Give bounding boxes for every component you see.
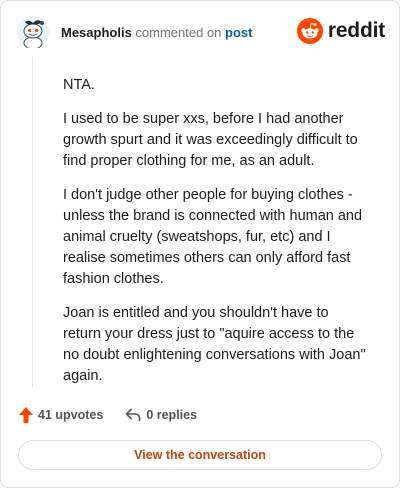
- comment-body: NTA. I used to be super xxs, before I ha…: [63, 75, 369, 400]
- reply-arrow-icon: [126, 408, 141, 422]
- reddit-brand[interactable]: reddit: [296, 17, 385, 45]
- thread-line: [32, 57, 33, 387]
- author-name[interactable]: Mesapholis: [61, 25, 132, 40]
- comment-paragraph: I used to be super xxs, before I had ano…: [63, 111, 358, 169]
- comment-embed-card: Mesapholis commented on post reddit NTA.…: [0, 0, 400, 488]
- post-link[interactable]: post: [225, 25, 252, 40]
- snoo-avatar-icon: [17, 16, 49, 50]
- comment-stats: 41 upvotes 0 replies: [19, 405, 197, 425]
- user-avatar[interactable]: [17, 16, 49, 50]
- upvote-arrow-icon: [19, 407, 33, 423]
- upvote-stat[interactable]: 41 upvotes: [19, 407, 103, 423]
- reddit-wordmark: reddit: [327, 19, 385, 42]
- view-conversation-button[interactable]: View the conversation: [18, 440, 382, 470]
- reply-count: 0 replies: [146, 408, 198, 422]
- reddit-snoo-icon: [296, 18, 323, 44]
- comment-paragraph: Joan is entitled and you shouldn't have …: [63, 305, 366, 384]
- action-text: commented on: [135, 25, 222, 40]
- comment-meta: Mesapholis commented on post: [61, 25, 253, 41]
- comment-paragraph: I don't judge other people for buying cl…: [63, 187, 363, 287]
- reply-stat[interactable]: 0 replies: [125, 408, 197, 422]
- comment-header: Mesapholis commented on post reddit: [17, 15, 385, 51]
- comment-paragraph: NTA.: [63, 77, 95, 93]
- upvote-count: 41 upvotes: [38, 408, 104, 422]
